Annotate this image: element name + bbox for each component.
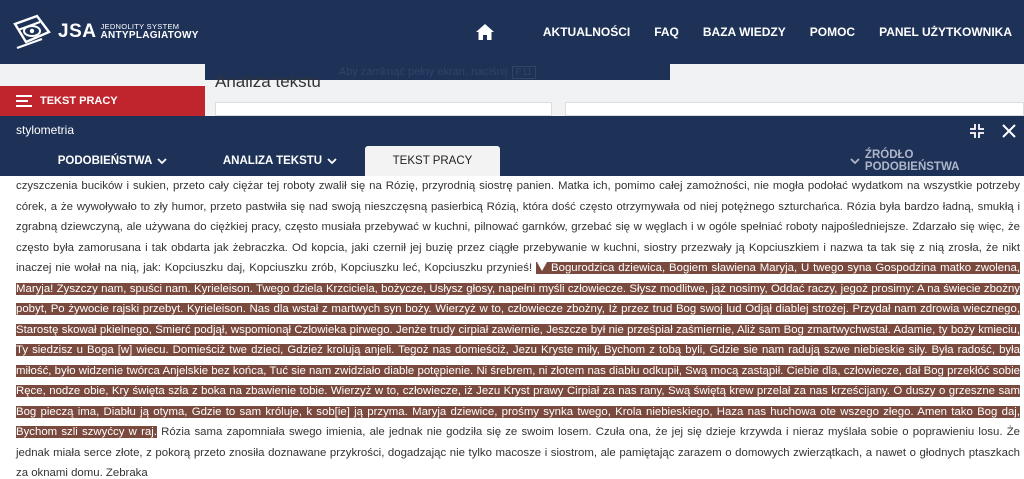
app-root: JSA JEDNOLITY SYSTEM ANTYPLAGIATOWY AKTU… (0, 0, 1024, 479)
modal-header: stylometria (0, 116, 1024, 146)
similarity-highlight[interactable]: Bogurodzica dziewica, Bogiem sławiena Ma… (16, 262, 1020, 438)
logo-subtitle-line2: ANTYPLAGIATOWY (100, 29, 199, 41)
nav-knowledge-base[interactable]: BAZA WIEDZY (703, 25, 786, 39)
collapse-icon[interactable] (968, 122, 986, 140)
chevron-down-icon (327, 157, 337, 164)
page-title: Analiza tekstu (215, 72, 321, 91)
tab-document-text[interactable]: TEKST PRACY (365, 146, 500, 176)
background-panel-right (565, 102, 1024, 116)
sidebar-item-label: TEKST PRACY (40, 95, 118, 107)
modal-tabs: PODOBIEŃSTWA ANALIZA TEKSTU TEKST PRACY … (0, 146, 1024, 176)
menu-lines-icon (16, 95, 32, 107)
tab-label: TEKST PRACY (392, 155, 473, 167)
text-before: czyszczenia bucików i sukien, przeto cał… (16, 180, 1020, 274)
document-text-panel[interactable]: czyszczenia bucików i sukien, przeto cał… (0, 176, 1024, 479)
text-after: Rózia sama zapomniała swego imienia, ale… (16, 426, 1020, 479)
document-text: czyszczenia bucików i sukien, przeto cał… (16, 176, 1020, 479)
logo-main-text: JSA (58, 21, 97, 42)
highlight-text: Bogurodzica dziewica, Bogiem sławiena Ma… (16, 262, 1020, 438)
tab-label: PODOBIEŃSTWA (57, 155, 153, 167)
main-nav: AKTUALNOŚCI FAQ BAZA WIEDZY POMOC PANEL … (475, 0, 1012, 64)
tab-similarity-source[interactable]: ŹRÓDŁO PODOBIEŃSTWA (850, 146, 1010, 176)
tab-text-analysis[interactable]: ANALIZA TEKSTU (195, 146, 365, 176)
fullscreen-notice-text: Aby zamknąć pełny ekran, naciśnij (338, 66, 508, 78)
chevron-down-icon (157, 157, 167, 164)
marker-icon[interactable] (536, 261, 548, 272)
nav-news[interactable]: AKTUALNOŚCI (543, 25, 630, 39)
sidebar-item-text[interactable]: TEKST PRACY (0, 86, 205, 116)
nav-help[interactable]: POMOC (810, 25, 855, 39)
nav-faq[interactable]: FAQ (654, 25, 679, 39)
tab-label: ŹRÓDŁO PODOBIEŃSTWA (864, 149, 960, 173)
top-navbar: JSA JEDNOLITY SYSTEM ANTYPLAGIATOWY AKTU… (0, 0, 1024, 64)
tab-label: ANALIZA TEKSTU (222, 155, 323, 167)
chevron-down-icon (850, 157, 860, 164)
modal-title: stylometria (16, 123, 75, 137)
jsa-logo-icon (13, 14, 51, 49)
jsa-logo[interactable]: JSA JEDNOLITY SYSTEM ANTYPLAGIATOWY (12, 10, 199, 54)
fullscreen-notice-key: F11 (511, 65, 537, 79)
background-panel-left (215, 102, 552, 116)
close-icon[interactable] (1000, 122, 1018, 140)
tab-similarities[interactable]: PODOBIEŃSTWA (30, 146, 195, 176)
nav-user-panel[interactable]: PANEL UŻYTKOWNIKA (879, 25, 1012, 39)
home-icon[interactable] (475, 22, 495, 42)
